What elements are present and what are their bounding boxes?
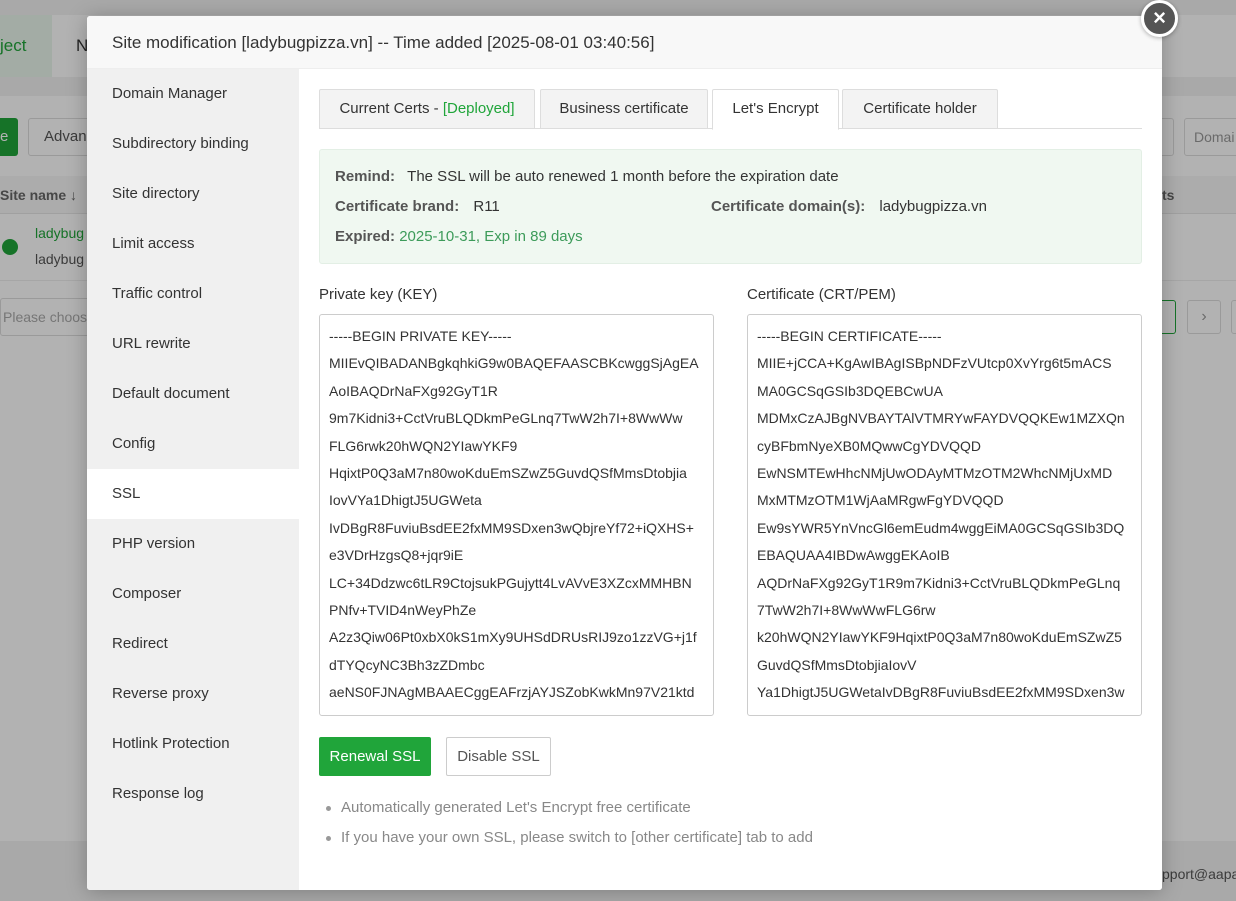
site-modification-modal: Site modification [ladybugpizza.vn] -- T… xyxy=(87,16,1162,890)
sidebar-item-response-log[interactable]: Response log xyxy=(87,769,299,819)
sidebar-item-hotlink-protection[interactable]: Hotlink Protection xyxy=(87,719,299,769)
ssl-info-box: Remind: The SSL will be auto renewed 1 m… xyxy=(319,149,1142,264)
ssl-tips: Automatically generated Let's Encrypt fr… xyxy=(321,793,813,853)
sidebar-item-domain-manager[interactable]: Domain Manager xyxy=(87,69,299,119)
text-line: MxMTMzOTM1WjAaMRgwFgYDVQQD xyxy=(757,492,1004,509)
text-line: EwNSMTEwHhcNMjUwODAyMTMzOTM2WhcNMjUxMD xyxy=(757,465,1113,482)
text-line: 9m7Kidni3+CctVruBLQDkmPeGLnq7TwW2h7I+8Ww… xyxy=(329,410,683,427)
sidebar-item-url-rewrite[interactable]: URL rewrite xyxy=(87,319,299,369)
text-line: MIIEvQIBADANBgkqhkiG9w0BAQEFAASCBKcwggSj… xyxy=(329,355,699,372)
sidebar-item-subdirectory-binding[interactable]: Subdirectory binding xyxy=(87,119,299,169)
text-line: Ya1DhigtJ5UGWetaIvDBgR8FuviuBsdEE2fxMM9S… xyxy=(757,684,1125,701)
text-line: FLG6rwk20hWQN2YIawYKF9 xyxy=(329,437,518,454)
certificate-label: Certificate (CRT/PEM) xyxy=(747,286,896,303)
private-key-textarea[interactable]: -----BEGIN PRIVATE KEY----- MIIEvQIBADANB… xyxy=(319,314,714,716)
expired-row: Expired: 2025-10-31, Exp in 89 days xyxy=(335,228,583,245)
text-line: AQDrNaFXg92GyT1R9m7Kidni3+CctVruBLQDkmPe… xyxy=(757,574,1121,591)
brand-row: Certificate brand: R11 xyxy=(335,198,500,215)
domain-value: ladybugpizza.vn xyxy=(879,198,987,215)
renewal-ssl-button[interactable]: Renewal SSL xyxy=(319,737,431,776)
remind-row: Remind: The SSL will be auto renewed 1 m… xyxy=(335,168,839,185)
modal-title: Site modification [ladybugpizza.vn] -- T… xyxy=(87,16,1162,69)
brand-label: Certificate brand: xyxy=(335,198,460,215)
text-line: Ew9sYWR5YnVncGl6emEudm4wggEiMA0GCSqGSIb3… xyxy=(757,519,1125,536)
tab-lets-encrypt[interactable]: Let's Encrypt xyxy=(712,89,839,130)
ssl-panel: Current Certs - [Deployed] Business cert… xyxy=(299,69,1162,890)
text-line: LC+34Ddzwc6tLR9CtojsukPGujytt4LvAVvE3XZc… xyxy=(329,574,692,591)
brand-value: R11 xyxy=(473,198,500,215)
text-line: cyBFbmNyeXB0MQwwCgYDVQQD xyxy=(757,437,982,454)
sidebar-item-reverse-proxy[interactable]: Reverse proxy xyxy=(87,669,299,719)
tip-item: Automatically generated Let's Encrypt fr… xyxy=(321,793,813,823)
certificate-textarea[interactable]: -----BEGIN CERTIFICATE----- MIIE+jCCA+KgA… xyxy=(747,314,1142,716)
expired-value: 2025-10-31, Exp in 89 days xyxy=(399,228,583,245)
disable-ssl-button[interactable]: Disable SSL xyxy=(446,737,551,776)
text-line: MIIE+jCCA+KgAwIBAgISBpNDFzVUtcp0XvYrg6t5… xyxy=(757,355,1112,372)
text-line: MA0GCSqGSIb3DQEBCwUA xyxy=(757,382,943,399)
text-line: EBAQUAA4IBDwAwggEKAoIB xyxy=(757,547,950,564)
modal-sidebar: Domain Manager Subdirectory binding Site d… xyxy=(87,69,299,890)
domain-label: Certificate domain(s): xyxy=(711,198,866,215)
text-line: e3VDrHzgsQ8+jqr9iE xyxy=(329,547,464,564)
tab-business-certificate[interactable]: Business certificate xyxy=(540,89,708,129)
text-line: -----BEGIN CERTIFICATE----- xyxy=(757,328,942,344)
sidebar-item-default-document[interactable]: Default document xyxy=(87,369,299,419)
text-line: MDMxCzAJBgNVBAYTAlVTMRYwFAYDVQQKEw1MZXQn xyxy=(757,410,1125,427)
tip-item: If you have your own SSL, please switch … xyxy=(321,823,813,853)
expired-label: Expired: xyxy=(335,228,396,245)
text-line: HqixtP0Q3aM7n80woKduEmSZwZ5GuvdQSfMmsDto… xyxy=(329,465,687,482)
text-line: A2z3Qiw06Pt0xbX0kS1mXy9UHSdDRUsRIJ9zo1zz… xyxy=(329,629,697,646)
remind-label: Remind: xyxy=(335,168,395,185)
sidebar-item-traffic-control[interactable]: Traffic control xyxy=(87,269,299,319)
private-key-label: Private key (KEY) xyxy=(319,286,438,303)
domain-row: Certificate domain(s): ladybugpizza.vn xyxy=(711,198,987,215)
text-line: aeNS0FJNAgMBAAECggEAFrzjAYJSZobKwkMn97V2… xyxy=(329,684,695,701)
ssl-tabs: Current Certs - [Deployed] Business cert… xyxy=(319,89,1142,130)
text-line: dTYQcyNC3Bh3zZDmbc xyxy=(329,656,485,673)
sidebar-item-php-version[interactable]: PHP version xyxy=(87,519,299,569)
sidebar-item-limit-access[interactable]: Limit access xyxy=(87,219,299,269)
deployed-status: [Deployed] xyxy=(442,100,515,117)
sidebar-item-ssl[interactable]: SSL xyxy=(87,469,299,519)
sidebar-item-site-directory[interactable]: Site directory xyxy=(87,169,299,219)
tab-certificate-holder[interactable]: Certificate holder xyxy=(842,89,998,129)
sidebar-item-config[interactable]: Config xyxy=(87,419,299,469)
text-line: -----BEGIN PRIVATE KEY----- xyxy=(329,328,512,344)
tab-current-certs[interactable]: Current Certs - [Deployed] xyxy=(319,89,535,129)
text-line: 7TwW2h7I+8WwWwFLG6rw xyxy=(757,602,936,619)
text-line: GuvdQSfMmsDtobjiaIovV xyxy=(757,656,917,673)
close-icon[interactable]: × xyxy=(1141,0,1178,37)
text-line: k20hWQN2YIawYKF9HqixtP0Q3aM7n80woKduEmSZ… xyxy=(757,629,1122,646)
remind-text: The SSL will be auto renewed 1 month bef… xyxy=(407,168,839,185)
text-line: IvDBgR8FuviuBsdEE2fxMM9SDxen3wQbjreYf72+… xyxy=(329,519,694,536)
sidebar-item-composer[interactable]: Composer xyxy=(87,569,299,619)
sidebar-item-redirect[interactable]: Redirect xyxy=(87,619,299,669)
text-line: IovVYa1DhigtJ5UGWeta xyxy=(329,492,482,509)
text-line: PNfv+TVID4nWeyPhZe xyxy=(329,602,477,619)
text-line: AoIBAQDrNaFXg92GyT1R xyxy=(329,382,498,399)
